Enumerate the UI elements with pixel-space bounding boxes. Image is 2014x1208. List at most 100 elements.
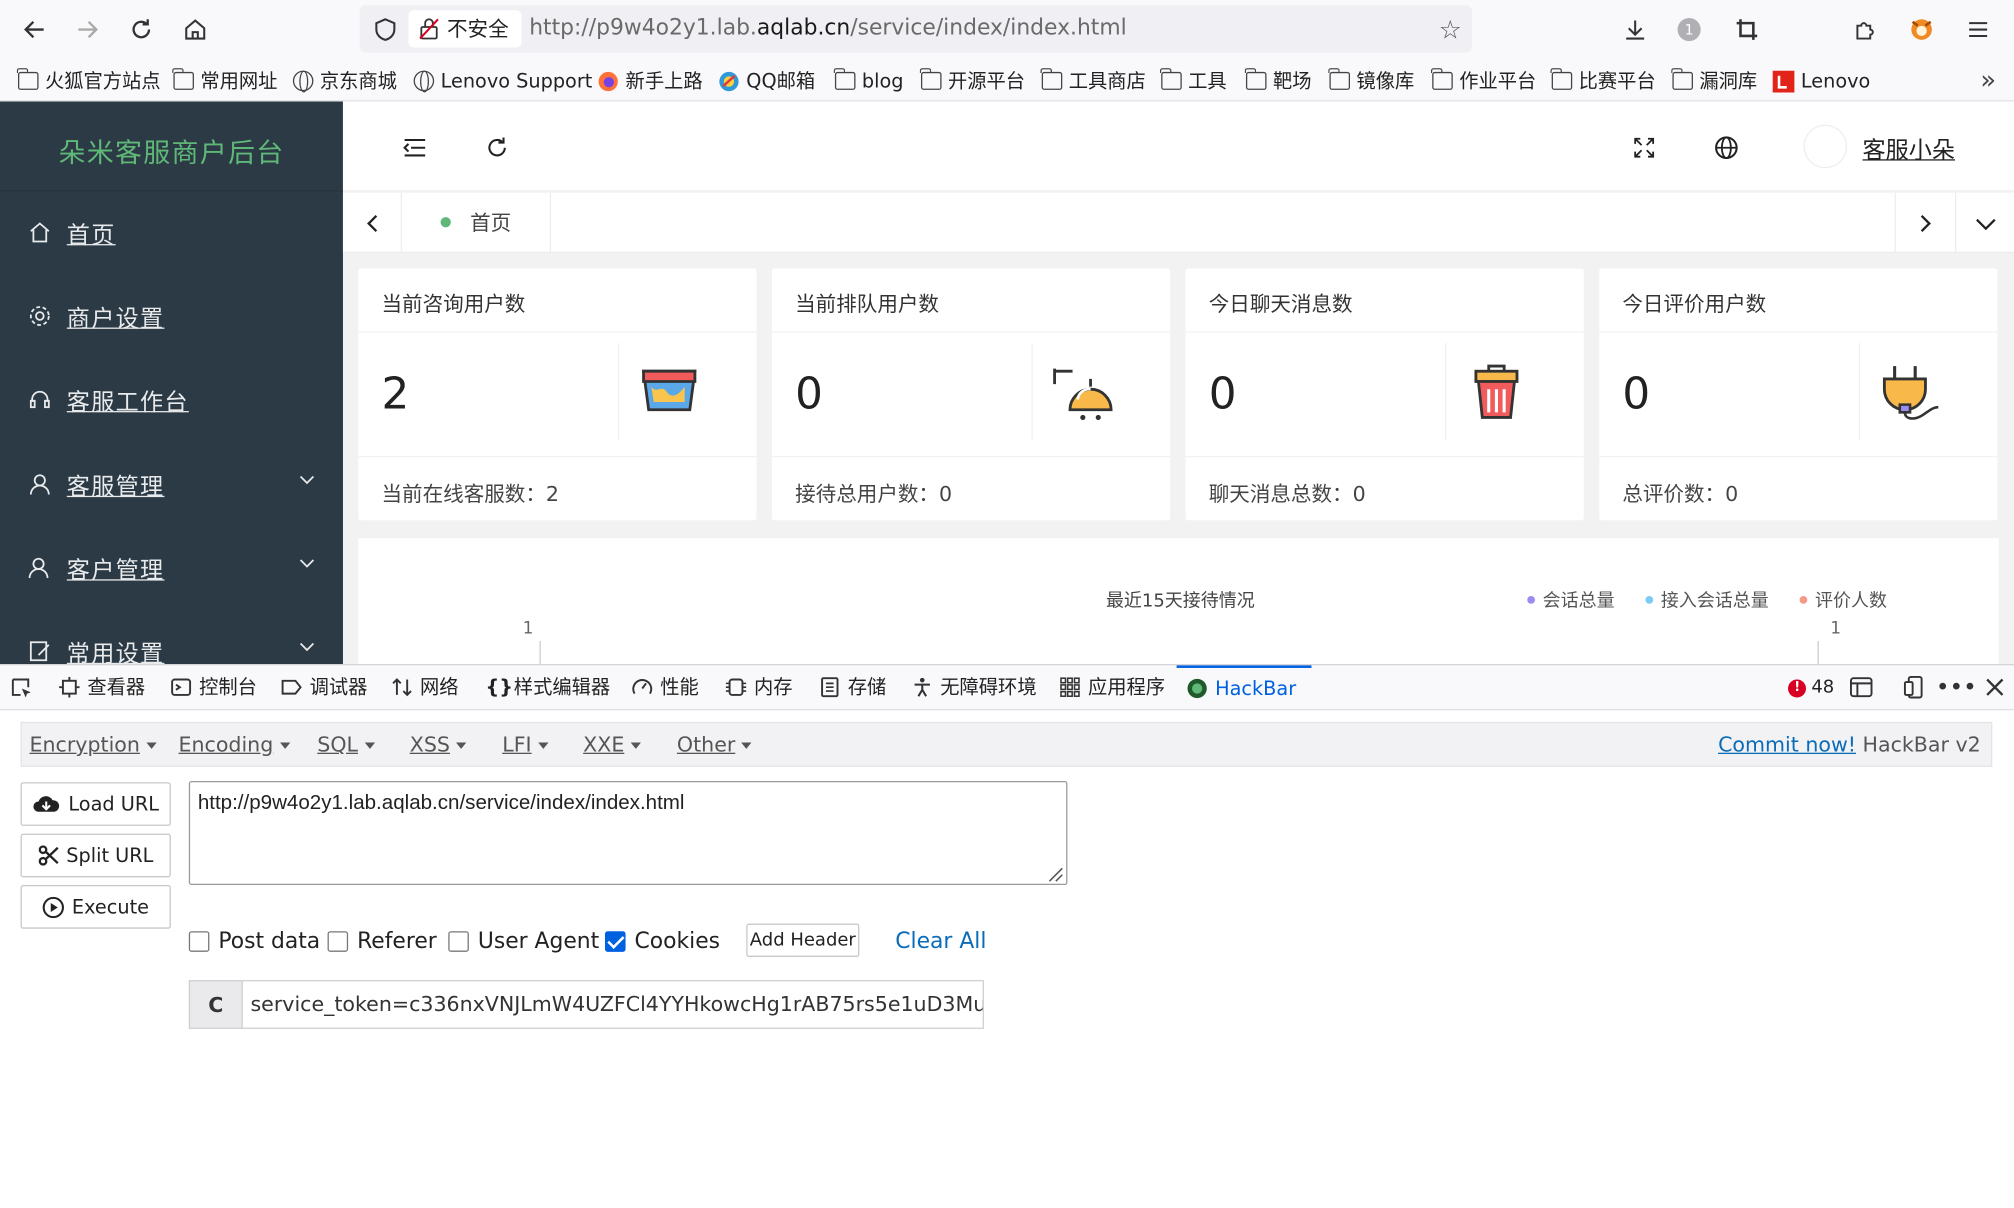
bookmark-item[interactable]: 火狐官方站点	[16, 67, 161, 95]
forward-arrow-icon	[78, 21, 98, 39]
legend-item[interactable]: 评价人数	[1799, 587, 1887, 613]
devtools-tab-network[interactable]: 网络	[392, 665, 459, 709]
memory-icon	[725, 678, 747, 696]
extensions-button[interactable]	[1846, 10, 1885, 49]
user-name-link[interactable]: 客服小朵	[1863, 132, 1955, 165]
bookmark-item[interactable]: 镜像库	[1328, 67, 1414, 95]
bookmark-item[interactable]: 靶场	[1244, 67, 1311, 95]
menu-encoding[interactable]: Encoding	[179, 732, 290, 756]
plug-icon	[1882, 366, 1939, 420]
bookmark-item[interactable]: 新手上路	[597, 67, 703, 95]
bookmark-item[interactable]: 漏洞库	[1671, 67, 1757, 95]
forward-button[interactable]	[68, 10, 107, 49]
clear-all-link[interactable]: Clear All	[895, 929, 986, 955]
menu-collapse-icon[interactable]	[401, 134, 429, 162]
refresh-icon[interactable]	[483, 134, 511, 162]
cookie-label: C	[188, 980, 242, 1029]
menu-xss[interactable]: XSS	[410, 732, 467, 756]
insecure-indicator[interactable]: 不安全	[408, 10, 522, 48]
element-picker-icon[interactable]	[10, 677, 33, 700]
language-globe-icon[interactable]	[1712, 134, 1740, 162]
user-agent-checkbox[interactable]: User Agent	[448, 929, 599, 954]
sidebar-item-service-management[interactable]: 客服管理	[0, 459, 343, 510]
more-options-icon[interactable]: •••	[1936, 674, 1977, 701]
sidebar-item-common-settings[interactable]: 常用设置	[0, 626, 343, 664]
error-counter[interactable]: ! 48	[1788, 665, 1834, 710]
devtools-tab-memory[interactable]: 内存	[725, 665, 793, 709]
menu-encryption[interactable]: Encryption	[30, 732, 157, 756]
bookmark-item[interactable]: 常用网址	[172, 67, 277, 95]
folder-icon	[1430, 68, 1453, 90]
app-menu-button[interactable]	[1959, 10, 1998, 49]
card-value: 0	[795, 368, 823, 421]
cookies-checkbox[interactable]: Cookies	[604, 929, 720, 954]
bookmarks-overflow-icon[interactable]: »	[1980, 64, 1996, 95]
cookie-input[interactable]: service_token=c336nxVNJLmW4UZFCl4YYHkowc…	[241, 980, 984, 1029]
bookmark-item[interactable]: blog	[833, 67, 904, 95]
tab-home[interactable]: 首页	[402, 192, 552, 254]
devtools-tab-debugger[interactable]: 调试器	[281, 665, 367, 709]
avatar[interactable]	[1803, 124, 1848, 169]
commit-now-link[interactable]: Commit now!	[1718, 732, 1856, 756]
resize-grip-icon[interactable]	[1043, 862, 1064, 883]
bookmark-item[interactable]: Lenovo Support	[413, 67, 592, 95]
checkbox-box-checked[interactable]	[604, 931, 626, 952]
reload-button[interactable]	[122, 10, 161, 49]
referer-checkbox[interactable]: Referer	[327, 929, 437, 954]
bookmark-item[interactable]: QQ邮箱	[718, 67, 815, 95]
tab-scroll-right-button[interactable]	[1894, 192, 1955, 254]
devtools-tab-storage[interactable]: 存储	[820, 665, 886, 709]
tab-options-dropdown[interactable]	[1955, 192, 2014, 254]
devtools-tab-application[interactable]: 应用程序	[1060, 665, 1165, 709]
sidebar-item-customer-management[interactable]: 客户管理	[0, 542, 343, 593]
legend-item[interactable]: 会话总量	[1527, 587, 1615, 613]
execute-button[interactable]: Execute	[20, 885, 171, 929]
bookmark-item[interactable]: 工具	[1159, 67, 1227, 95]
sidebar-item-home[interactable]: 首页	[0, 207, 343, 258]
tracking-shield-icon[interactable]	[373, 17, 399, 43]
downloads-button[interactable]	[1616, 10, 1655, 49]
close-devtools-icon[interactable]	[1982, 674, 2008, 700]
dock-side-icon[interactable]	[1848, 674, 1874, 700]
devtools-tab-performance[interactable]: 性能	[632, 665, 699, 709]
checkbox-box[interactable]	[327, 931, 349, 952]
devtools-tab-style-editor[interactable]: {} 样式编辑器	[486, 665, 611, 709]
fullscreen-icon[interactable]	[1630, 134, 1658, 162]
url-text[interactable]: http://p9w4o2y1.lab.aqlab.cn/service/ind…	[529, 5, 1126, 53]
hackbar-url-input[interactable]: http://p9w4o2y1.lab.aqlab.cn/service/ind…	[188, 780, 1068, 886]
screenshot-button[interactable]	[1728, 10, 1767, 49]
load-url-button[interactable]: Load URL	[20, 782, 171, 826]
tab-scroll-left-button[interactable]	[343, 192, 403, 254]
devtools-tab-accessibility[interactable]: 无障碍环境	[912, 665, 1037, 709]
devtools-tab-hackbar[interactable]: HackBar	[1176, 665, 1312, 709]
split-url-button[interactable]: Split URL	[20, 833, 171, 878]
notification-button[interactable]: 1	[1670, 10, 1709, 49]
bookmark-item[interactable]: 作业平台	[1430, 67, 1536, 95]
devtools-tab-inspector[interactable]: 查看器	[59, 665, 145, 709]
bookmark-item[interactable]: Lenovo	[1772, 67, 1870, 95]
stat-card-consulting: 当前咨询用户数 2 当前在线客服数：2	[358, 268, 757, 521]
back-button[interactable]	[15, 10, 54, 49]
extension-fox-button[interactable]	[1902, 10, 1941, 49]
bookmark-item[interactable]: 比赛平台	[1550, 67, 1656, 95]
checkbox-box[interactable]	[448, 931, 469, 952]
home-button[interactable]	[176, 10, 215, 49]
sidebar-item-merchant-settings[interactable]: 商户设置	[0, 290, 343, 341]
menu-other[interactable]: Other	[677, 732, 752, 756]
menu-xxe[interactable]: XXE	[583, 732, 641, 756]
menu-sql[interactable]: SQL	[317, 732, 374, 756]
bookmark-item[interactable]: 开源平台	[919, 67, 1025, 95]
folder-icon	[1550, 68, 1573, 90]
menu-lfi[interactable]: LFI	[502, 732, 548, 756]
legend-item[interactable]: 接入会话总量	[1645, 587, 1769, 613]
bookmark-star-icon[interactable]: ☆	[1439, 14, 1462, 45]
checkbox-box[interactable]	[188, 931, 210, 952]
devtools-tab-console[interactable]: 控制台	[171, 665, 257, 709]
sidebar-item-workbench[interactable]: 客服工作台	[0, 374, 343, 425]
bookmark-item[interactable]: 工具商店	[1040, 67, 1146, 95]
bookmark-item[interactable]: 京东商城	[292, 67, 397, 95]
url-bar[interactable]: 不安全 http://p9w4o2y1.lab.aqlab.cn/service…	[359, 5, 1473, 53]
post-data-checkbox[interactable]: Post data	[188, 929, 320, 954]
responsive-design-icon[interactable]	[1902, 674, 1928, 700]
add-header-button[interactable]: Add Header	[746, 923, 860, 957]
